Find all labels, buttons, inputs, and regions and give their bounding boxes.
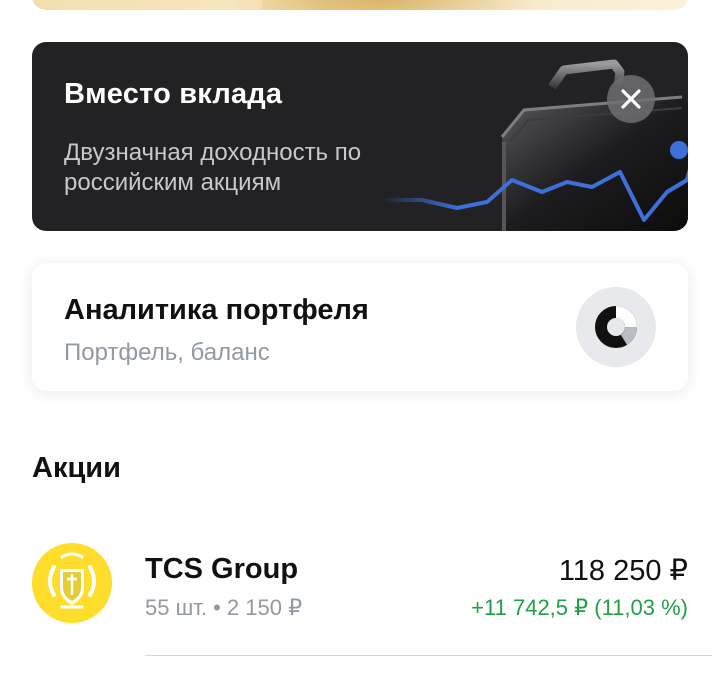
stocks-section-title: Акции bbox=[32, 452, 121, 484]
tcs-emblem-icon bbox=[32, 543, 112, 623]
promo-subtitle: Двузначная доходность по российским акци… bbox=[64, 139, 362, 196]
promo-title: Вместо вклада bbox=[64, 78, 283, 110]
briefcase-chart-illustration bbox=[382, 59, 688, 231]
close-icon bbox=[621, 89, 641, 109]
close-button[interactable] bbox=[607, 75, 655, 123]
gold-bars-image bbox=[262, 0, 562, 10]
stock-change: +11 742,5 ₽ (11,03 %) bbox=[471, 595, 688, 620]
stock-row-tcs-group[interactable]: TCS Group 55 шт. • 2 150 ₽ 118 250 ₽ +11… bbox=[0, 520, 712, 656]
analytics-subtitle: Портфель, баланс bbox=[64, 339, 270, 366]
donut-chart-icon bbox=[595, 306, 637, 348]
stock-value: 118 250 ₽ bbox=[558, 555, 688, 587]
analytics-title: Аналитика портфеля bbox=[64, 294, 369, 326]
stock-quantity-price: 55 шт. • 2 150 ₽ bbox=[145, 595, 303, 620]
stock-name: TCS Group bbox=[145, 553, 299, 585]
tcs-group-logo bbox=[32, 543, 112, 623]
row-divider bbox=[145, 655, 712, 656]
chart-end-dot bbox=[670, 141, 688, 159]
promo-card-deposit-alternative[interactable]: Вместо вклада Двузначная доходность по р… bbox=[32, 42, 688, 231]
gold-promo-card[interactable] bbox=[32, 0, 688, 10]
portfolio-analytics-card[interactable]: Аналитика портфеля Портфель, баланс bbox=[32, 263, 688, 391]
analytics-icon-circle bbox=[576, 287, 656, 367]
